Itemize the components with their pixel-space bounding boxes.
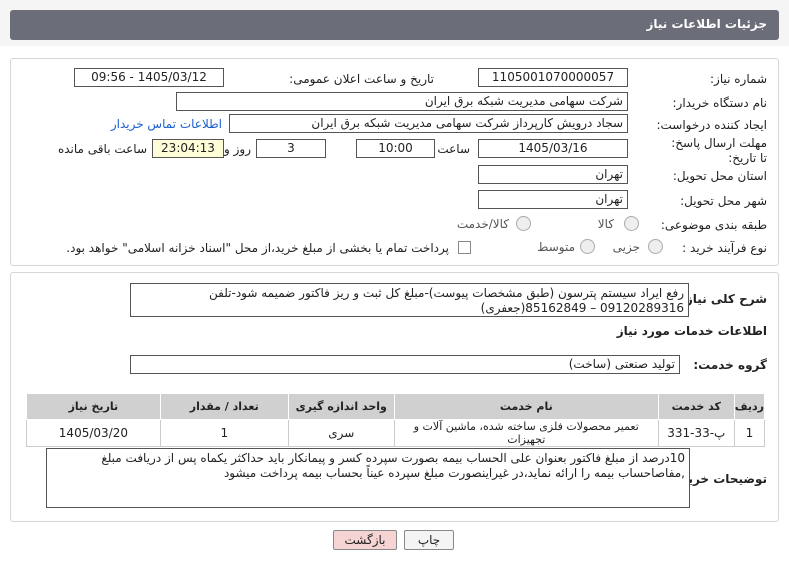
cell-quantity: 1	[159, 419, 289, 447]
time-label: ساعت	[437, 142, 470, 156]
cell-name: تعمیر محصولات فلزی ساخته شده، ماشین آلات…	[393, 419, 659, 447]
summary-line-1: رفع ایراد سیستم پترسون (طبق مشخصات پیوست…	[208, 286, 684, 300]
back-button[interactable]: بازگشت	[333, 530, 397, 550]
process-radio-minor[interactable]	[648, 239, 663, 254]
deadline-time-field: 10:00	[356, 139, 435, 158]
col-unit: واحد اندازه گیری	[287, 393, 395, 420]
buyer-notes-textarea[interactable]: 10درصد از مبلغ فاکتور بعنوان علی الحساب …	[46, 448, 690, 508]
main-info-panel	[10, 58, 779, 266]
payment-note: پرداخت تمام یا بخشی از مبلغ خرید،از محل …	[66, 241, 449, 255]
treasury-checkbox[interactable]	[458, 241, 471, 254]
days-field: 3	[256, 139, 326, 158]
need-number-field: 1105001070000057	[478, 68, 628, 87]
province-field: تهران	[478, 165, 628, 184]
city-label: شهر محل تحویل:	[680, 194, 767, 208]
remaining-label: ساعت باقی مانده	[57, 142, 147, 156]
service-group-label: گروه خدمت:	[693, 358, 767, 372]
process-radio-medium[interactable]	[580, 239, 595, 254]
category-label: طبقه بندی موضوعی:	[660, 218, 767, 232]
col-date: تاریخ نیاز	[26, 393, 161, 420]
need-number-label: شماره نیاز:	[710, 72, 767, 86]
process-label: نوع فرآیند خرید :	[682, 241, 767, 255]
print-button[interactable]: چاپ	[404, 530, 454, 550]
city-field: تهران	[478, 190, 628, 209]
cell-date: 1405/03/20	[26, 419, 161, 447]
days-label: روز و	[224, 142, 251, 156]
title-tab: جزئیات اطلاعات نیاز	[10, 10, 779, 40]
buyer-field: شرکت سهامی مدیریت شبکه برق ایران	[176, 92, 628, 111]
category-radio-goods-service[interactable]	[516, 216, 531, 231]
services-section-title: اطلاعات خدمات مورد نیاز	[616, 324, 767, 338]
deadline-label: مهلت ارسال پاسخ: تا تاریخ:	[671, 136, 767, 165]
services-table-header: ردیف کد خدمت نام خدمت واحد اندازه گیری ت…	[26, 393, 766, 420]
process-option-minor: جزیی	[612, 240, 640, 254]
col-quantity: تعداد / مقدار	[159, 393, 289, 420]
buyer-label: نام دستگاه خریدار:	[672, 96, 768, 110]
category-option-goods-service: کالا/خدمت	[456, 217, 509, 231]
category-radio-goods[interactable]	[624, 216, 639, 231]
contact-buyer-link[interactable]: اطلاعات تماس خریدار	[111, 117, 222, 131]
title-bar: جزئیات اطلاعات نیاز	[0, 0, 789, 46]
deadline-date-field: 1405/03/16	[478, 139, 628, 158]
process-option-medium: متوسط	[537, 240, 575, 254]
table-row: 1 پ-33-331 تعمیر محصولات فلزی ساخته شده،…	[26, 419, 766, 447]
category-option-goods: کالا	[597, 217, 614, 231]
creator-label: ایجاد کننده درخواست:	[656, 118, 767, 132]
remaining-time-field: 23:04:13	[152, 139, 224, 158]
creator-field: سجاد درویش کارپرداز شرکت سهامی مدیریت شب…	[229, 114, 628, 133]
summary-label: شرح کلی نیاز:	[681, 292, 767, 306]
summary-line-2: 09120289316 – 85162849(جعفری)	[480, 301, 684, 315]
cell-code: پ-33-331	[657, 419, 735, 447]
cell-row: 1	[733, 419, 766, 447]
announce-label: تاریخ و ساعت اعلان عمومی:	[289, 72, 434, 86]
province-label: استان محل تحویل:	[672, 169, 767, 183]
summary-textarea[interactable]: رفع ایراد سیستم پترسون (طبق مشخصات پیوست…	[130, 283, 689, 317]
announce-field: 1405/03/12 - 09:56	[74, 68, 224, 87]
buyer-notes-line-1: 10درصد از مبلغ فاکتور بعنوان علی الحساب …	[101, 451, 685, 465]
col-name: نام خدمت	[393, 393, 659, 420]
cell-unit: سری	[287, 419, 395, 447]
page-title: جزئیات اطلاعات نیاز	[646, 17, 767, 31]
buyer-notes-line-2: ,مفاصاحساب بیمه را ارائه نماید،در غیراین…	[223, 466, 685, 480]
services-table: ردیف کد خدمت نام خدمت واحد اندازه گیری ت…	[26, 393, 766, 447]
col-code: کد خدمت	[657, 393, 735, 420]
col-row: ردیف	[733, 393, 766, 420]
service-group-field: تولید صنعتی (ساخت)	[130, 355, 680, 374]
